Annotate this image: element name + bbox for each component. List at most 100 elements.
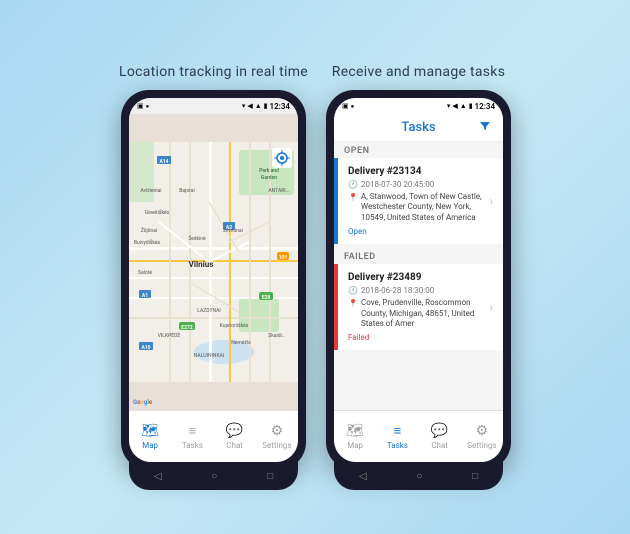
phone2-inner: ▣ ● ▾ ◀ ▲ ▮ 12:34 Tasks bbox=[334, 98, 503, 462]
task-failed-addr-text: Cove, Prudenville, Roscommon County, Mic… bbox=[361, 298, 485, 329]
tasks-list: OPEN Delivery #23134 🕐 2018-07-30 20:45:… bbox=[334, 142, 503, 410]
sim-icon: ▣ bbox=[137, 102, 144, 110]
section-open-label: OPEN bbox=[334, 142, 503, 158]
task-open-time: 🕐 2018-07-30 20:45:00 bbox=[348, 180, 485, 189]
home-btn-1[interactable]: ○ bbox=[211, 471, 217, 482]
addr-icon-open: 📍 bbox=[348, 193, 358, 203]
signal-dot: ● bbox=[146, 103, 150, 110]
nav-tasks-1[interactable]: ≡ Tasks bbox=[171, 423, 213, 450]
home-btn-2[interactable]: ○ bbox=[416, 471, 422, 482]
phone2-wrapper: Receive and manage tasks ▣ ● ▾ ◀ ▲ ▮ 12:… bbox=[326, 64, 511, 470]
task-failed-status: Failed bbox=[348, 333, 485, 342]
status-left-2: ▣ ● bbox=[342, 102, 354, 110]
svg-text:A1: A1 bbox=[142, 293, 148, 299]
chat-icon-1: 💬 bbox=[226, 423, 243, 439]
nav-settings-label-2: Settings bbox=[467, 441, 496, 450]
task-failed-name: Delivery #23489 bbox=[348, 272, 485, 283]
tasks-icon-1: ≡ bbox=[189, 423, 197, 439]
svg-text:E272: E272 bbox=[181, 325, 193, 331]
map-icon-2: 🗺 bbox=[346, 423, 364, 439]
home-bar-2: ◁ ○ □ bbox=[334, 462, 503, 490]
svg-text:Bajorai: Bajorai bbox=[179, 188, 194, 194]
nav-tasks-label-1: Tasks bbox=[182, 441, 203, 450]
chevron-failed: › bbox=[489, 300, 493, 314]
bottom-nav-1: 🗺 Map ≡ Tasks 💬 Chat ⚙ Settings bbox=[129, 410, 298, 462]
nav-settings-1[interactable]: ⚙ Settings bbox=[256, 423, 298, 450]
nav-chat-label-2: Chat bbox=[431, 441, 448, 450]
wifi-icon: ◀ bbox=[247, 102, 252, 110]
task-card-failed[interactable]: Delivery #23489 🕐 2018-06-28 18:30:00 📍 … bbox=[334, 264, 503, 350]
signal-dot-2: ● bbox=[351, 103, 355, 110]
task-failed-time: 🕐 2018-06-28 18:30:00 bbox=[348, 286, 485, 295]
task-card-failed-content: Delivery #23489 🕐 2018-06-28 18:30:00 📍 … bbox=[348, 272, 485, 342]
caption-map: Location tracking in real time bbox=[119, 64, 308, 80]
nav-map-1[interactable]: 🗺 Map bbox=[129, 423, 171, 450]
svg-text:A14: A14 bbox=[159, 159, 168, 165]
svg-text:Park and: Park and bbox=[259, 168, 279, 174]
filter-icon[interactable] bbox=[479, 120, 491, 136]
home-bar-1: ◁ ○ □ bbox=[129, 462, 298, 490]
wifi-icon-2: ◀ bbox=[452, 102, 457, 110]
nav-chat-1[interactable]: 💬 Chat bbox=[214, 423, 256, 450]
svg-text:NAUJININKAI: NAUJININKAI bbox=[194, 353, 224, 359]
phone1-wrapper: Location tracking in real time ▣ ● ▾ ◀ ▲… bbox=[119, 64, 308, 470]
nav-chat-2[interactable]: 💬 Chat bbox=[419, 423, 461, 450]
addr-icon-failed: 📍 bbox=[348, 299, 358, 309]
status-bar-1: ▣ ● ▾ ◀ ▲ ▮ 12:34 bbox=[129, 98, 298, 114]
task-card-open[interactable]: Delivery #23134 🕐 2018-07-30 20:45:00 📍 … bbox=[334, 158, 503, 244]
svg-text:Žirmūnai: Žirmūnai bbox=[223, 226, 243, 234]
network-icon: ▲ bbox=[255, 102, 262, 110]
bottom-nav-2: 🗺 Map ≡ Tasks 💬 Chat ⚙ Settings bbox=[334, 410, 503, 462]
clock-icon-open: 🕐 bbox=[348, 180, 358, 189]
task-open-time-text: 2018-07-30 20:45:00 bbox=[361, 180, 434, 189]
svg-text:Gineitis̃kės: Gineitis̃kės bbox=[145, 210, 170, 216]
status-icons-2: ▾ ◀ ▲ ▮ 12:34 bbox=[447, 102, 495, 111]
map-view: A14 A2 A1 E272 E28 bbox=[129, 114, 298, 410]
map-svg: A14 A2 A1 E272 E28 bbox=[129, 114, 298, 410]
battery-icon-2: ▮ bbox=[469, 102, 473, 110]
recents-btn-1[interactable]: □ bbox=[267, 471, 273, 482]
location-icon-2: ▾ bbox=[447, 102, 451, 110]
svg-text:Šeškinė: Šeškinė bbox=[188, 235, 206, 242]
back-btn-1[interactable]: ◁ bbox=[154, 471, 162, 482]
phone2: ▣ ● ▾ ◀ ▲ ▮ 12:34 Tasks bbox=[326, 90, 511, 470]
nav-tasks-2[interactable]: ≡ Tasks bbox=[376, 423, 418, 450]
status-icons-1: ▾ ◀ ▲ ▮ 12:34 bbox=[242, 102, 290, 111]
location-icon: ▾ bbox=[242, 102, 246, 110]
nav-tasks-label-2: Tasks bbox=[387, 441, 408, 450]
status-left-1: ▣ ● bbox=[137, 102, 149, 110]
task-open-addr: 📍 A, Stanwood, Town of New Castle, Westc… bbox=[348, 192, 485, 223]
tasks-title: Tasks bbox=[401, 120, 435, 135]
svg-text:Salotė: Salotė bbox=[138, 270, 152, 276]
nav-map-label-1: Map bbox=[142, 441, 158, 450]
back-btn-2[interactable]: ◁ bbox=[359, 471, 367, 482]
settings-icon-2: ⚙ bbox=[476, 423, 489, 439]
svg-text:Avižieniai: Avižieniai bbox=[140, 188, 161, 194]
nav-map-label-2: Map bbox=[347, 441, 363, 450]
recents-btn-2[interactable]: □ bbox=[472, 471, 478, 482]
svg-text:101: 101 bbox=[279, 255, 288, 261]
svg-text:Žūjūnai: Žūjūnai bbox=[141, 226, 157, 234]
task-failed-time-text: 2018-06-28 18:30:00 bbox=[361, 286, 434, 295]
map-icon: 🗺 bbox=[141, 423, 159, 439]
svg-text:Buivydis̃kės: Buivydis̃kės bbox=[134, 240, 161, 246]
task-open-name: Delivery #23134 bbox=[348, 166, 485, 177]
nav-settings-2[interactable]: ⚙ Settings bbox=[461, 423, 503, 450]
clock-icon-failed: 🕐 bbox=[348, 286, 358, 295]
chevron-open: › bbox=[489, 194, 493, 208]
svg-text:E28: E28 bbox=[262, 295, 271, 301]
svg-text:Garden: Garden bbox=[261, 175, 277, 181]
svg-text:Nemėžis: Nemėžis bbox=[231, 340, 251, 346]
nav-map-2[interactable]: 🗺 Map bbox=[334, 423, 376, 450]
google-logo: Google bbox=[133, 399, 152, 406]
tasks-icon-2: ≡ bbox=[394, 423, 402, 439]
status-bar-2: ▣ ● ▾ ◀ ▲ ▮ 12:34 bbox=[334, 98, 503, 114]
app-container: Location tracking in real time ▣ ● ▾ ◀ ▲… bbox=[119, 64, 511, 470]
task-card-open-content: Delivery #23134 🕐 2018-07-30 20:45:00 📍 … bbox=[348, 166, 485, 236]
svg-text:Vilnius: Vilnius bbox=[189, 260, 214, 269]
network-icon-2: ▲ bbox=[460, 102, 467, 110]
svg-text:VILKPĖDĖ: VILKPĖDĖ bbox=[158, 332, 181, 339]
phone1: ▣ ● ▾ ◀ ▲ ▮ 12:34 bbox=[121, 90, 306, 470]
sim-icon-2: ▣ bbox=[342, 102, 349, 110]
svg-text:A10: A10 bbox=[141, 345, 150, 351]
